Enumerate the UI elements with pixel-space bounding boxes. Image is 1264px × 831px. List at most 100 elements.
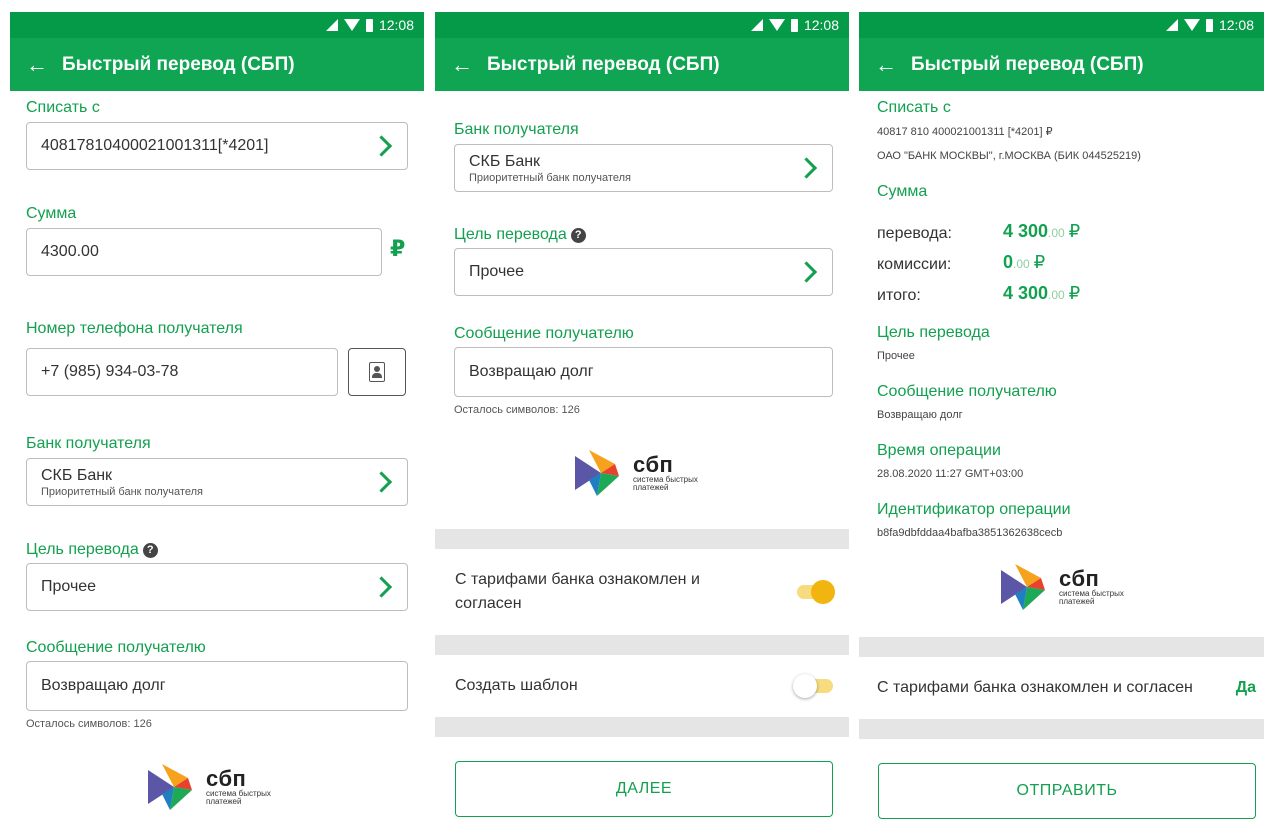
app-bar: ← Быстрый перевод (СБП) xyxy=(10,38,424,91)
signal-icon xyxy=(325,19,338,31)
toggle-knob xyxy=(793,674,817,698)
currency-ruble-icon: ₽ xyxy=(390,236,406,261)
amount-input[interactable]: 4300.00 xyxy=(26,228,382,276)
app-bar: ← Быстрый перевод (СБП) xyxy=(859,38,1264,91)
bank-field[interactable]: СКБ Банк Приоритетный банк получателя xyxy=(454,144,833,192)
transfer-amount: 4 300.00 ₽ xyxy=(1003,221,1080,242)
phone-value: +7 (985) 934-03-78 xyxy=(41,363,179,380)
bank-value: СКБ Банк xyxy=(41,466,113,484)
from-label: Списать с xyxy=(877,99,951,116)
bank-sub: Приоритетный банк получателя xyxy=(41,485,203,498)
ruble-icon: ₽ xyxy=(1033,252,1046,272)
from-account-field[interactable]: 40817810400021001311[*4201] xyxy=(26,122,408,170)
contacts-button[interactable] xyxy=(348,348,406,396)
from-account-value: 40817810400021001311[*4201] xyxy=(41,137,269,154)
chevron-right-icon xyxy=(370,471,393,493)
message-label: Сообщение получателю xyxy=(877,383,1057,400)
tariffs-text: С тарифами банка ознакомлен и согласен xyxy=(455,571,700,612)
contacts-icon xyxy=(369,362,385,382)
wifi-icon xyxy=(343,19,360,31)
template-text: Создать шаблон xyxy=(455,677,578,694)
send-button[interactable]: ОТПРАВИТЬ xyxy=(878,763,1256,819)
tariffs-toggle[interactable] xyxy=(797,580,835,604)
back-arrow-icon[interactable]: ← xyxy=(451,53,473,76)
back-arrow-icon[interactable]: ← xyxy=(26,53,48,76)
sbp-logo-name: сбп xyxy=(1059,566,1100,591)
total-amount: 4 300.00 ₽ xyxy=(1003,283,1080,304)
sbp-logo-mark xyxy=(148,764,192,810)
tariffs-answer: Да xyxy=(1235,679,1256,696)
sbp-logo-tagline-2: платежей xyxy=(206,797,242,806)
time-value: 28.08.2020 11:27 GMT+03:00 xyxy=(877,468,1024,480)
message-label: Сообщение получателю xyxy=(454,325,634,342)
divider xyxy=(435,635,849,655)
bank-value: СКБ Банк xyxy=(469,152,541,170)
phone-input[interactable]: +7 (985) 934-03-78 xyxy=(26,348,338,396)
help-icon[interactable]: ? xyxy=(570,228,586,243)
purpose-label: Цель перевода? xyxy=(26,541,158,559)
purpose-label: Цель перевода xyxy=(877,324,990,341)
message-value: Возвращаю долг xyxy=(41,677,166,694)
fee-amount: 0.00 ₽ xyxy=(1003,252,1045,273)
divider xyxy=(859,719,1264,739)
wifi-icon xyxy=(768,19,785,31)
next-button[interactable]: ДАЛЕЕ xyxy=(455,761,833,817)
purpose-value: Прочее xyxy=(469,263,525,280)
ruble-icon: ₽ xyxy=(1068,221,1081,241)
message-value: Возвращаю долг xyxy=(877,409,963,421)
operation-id-value: b8fa9dbfddaa4bafba3851362638cecb xyxy=(877,527,1063,539)
screen-transfer-form: 12:08 ← Быстрый перевод (СБП) Списать с … xyxy=(10,12,424,831)
screen-transfer-confirm: 12:08 ← Быстрый перевод (СБП) Списать с … xyxy=(859,12,1264,831)
chars-left: Осталось символов: 126 xyxy=(454,404,580,416)
sbp-logo-name: сбп xyxy=(206,766,247,791)
toggle-knob xyxy=(811,580,835,604)
signal-icon xyxy=(750,19,763,31)
amount-value: 4300.00 xyxy=(41,243,99,260)
operation-id-label: Идентификатор операции xyxy=(877,501,1071,518)
from-account: 40817 810 400021001311 [*4201] ₽ xyxy=(877,126,1053,138)
amount-label: Сумма xyxy=(877,183,928,200)
transfer-int: 4 300 xyxy=(1003,221,1049,241)
sbp-logo-mark xyxy=(575,450,619,496)
status-bar: 12:08 xyxy=(859,12,1264,38)
phone-label: Номер телефона получателя xyxy=(26,320,243,337)
divider xyxy=(435,717,849,737)
transfer-cents: .00 xyxy=(1048,226,1065,240)
bank-label: Банк получателя xyxy=(26,435,151,452)
total-cents: .00 xyxy=(1048,288,1065,302)
fee-cents: .00 xyxy=(1013,257,1030,271)
message-input[interactable]: Возвращаю долг xyxy=(26,661,408,711)
total-label: итого: xyxy=(877,287,921,304)
message-input[interactable]: Возвращаю долг xyxy=(454,347,833,397)
bank-sub: Приоритетный банк получателя xyxy=(469,171,631,184)
message-value: Возвращаю долг xyxy=(469,363,594,380)
chevron-right-icon xyxy=(370,135,393,157)
bank-field[interactable]: СКБ Банк Приоритетный банк получателя xyxy=(26,458,408,506)
divider xyxy=(435,529,849,549)
sbp-logo-mark xyxy=(1001,564,1045,610)
sbp-logo-tagline-2: платежей xyxy=(1059,597,1095,606)
back-arrow-icon[interactable]: ← xyxy=(875,53,897,76)
template-toggle[interactable] xyxy=(793,674,833,698)
wifi-icon xyxy=(1183,19,1200,31)
status-time: 12:08 xyxy=(378,17,414,33)
template-row[interactable]: Создать шаблон xyxy=(435,655,849,717)
help-icon[interactable]: ? xyxy=(142,543,158,558)
purpose-field[interactable]: Прочее xyxy=(454,248,833,296)
purpose-field[interactable]: Прочее xyxy=(26,563,408,611)
battery-icon xyxy=(790,18,798,32)
signal-icon xyxy=(1165,19,1178,31)
battery-icon xyxy=(365,18,373,32)
from-label: Списать с xyxy=(26,99,100,116)
chevron-right-icon xyxy=(370,576,393,598)
sbp-logo: сбп система быстрых платежей xyxy=(575,450,698,496)
tariffs-row[interactable]: С тарифами банка ознакомлен и согласен xyxy=(435,549,849,635)
sbp-logo: сбп система быстрых платежей xyxy=(1001,564,1124,610)
bank-label: Банк получателя xyxy=(454,121,579,138)
sbp-logo-tagline-2: платежей xyxy=(633,483,669,492)
sbp-logo-name: сбп xyxy=(633,452,674,477)
page-title: Быстрый перевод (СБП) xyxy=(911,53,1144,75)
purpose-value: Прочее xyxy=(877,350,915,362)
total-int: 4 300 xyxy=(1003,283,1049,303)
screen-transfer-options: 12:08 ← Быстрый перевод (СБП) Банк получ… xyxy=(435,12,849,831)
